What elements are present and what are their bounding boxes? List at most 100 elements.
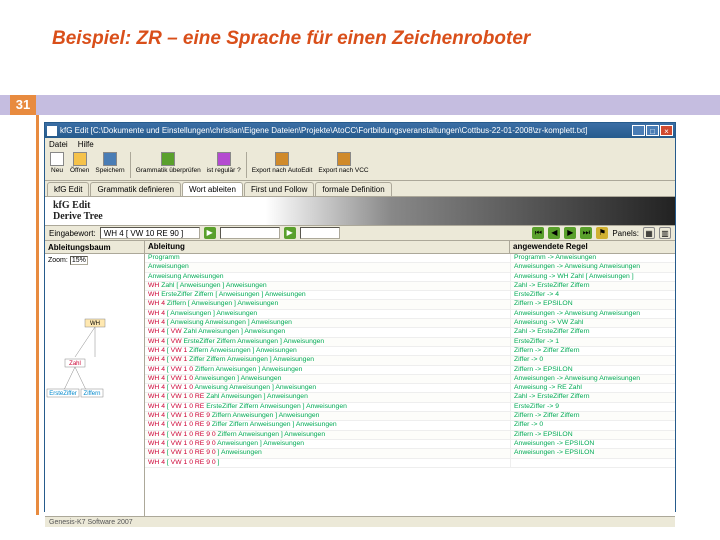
derivation-table[interactable]: ProgrammProgramm -> AnweisungenAnweisung… bbox=[145, 254, 675, 516]
aux-input-2[interactable] bbox=[300, 227, 340, 239]
maximize-button[interactable]: □ bbox=[646, 125, 659, 136]
table-row[interactable]: WH 4 [ VW ErsteZiffer Ziffern Anweisunge… bbox=[145, 338, 675, 347]
table-row[interactable]: AnweisungenAnweisungen -> Anweisung Anwe… bbox=[145, 263, 675, 272]
table-row[interactable]: WH 4 [ VW 1 0 RE ErsteZiffer Ziffern Anw… bbox=[145, 403, 675, 412]
tab-formale-definition[interactable]: formale Definition bbox=[315, 182, 391, 196]
ableitung-cell: WH 4 [ VW 1 0 RE 9 0 Anweisungen ] Anwei… bbox=[145, 440, 510, 448]
table-row[interactable]: WH 4 [ VW 1 0 RE 9 0 Anweisungen ] Anwei… bbox=[145, 440, 675, 449]
toolbar-label: ist regulär ? bbox=[207, 167, 241, 174]
table-row[interactable]: WH 4 [ VW 1 0 RE 9 Ziffern Anweisungen ]… bbox=[145, 412, 675, 421]
tab-first-und-follow[interactable]: First und Follow bbox=[244, 182, 314, 196]
grid-header: Ableitungsbaum Ableitung angewendete Reg… bbox=[45, 241, 675, 254]
menu-hilfe[interactable]: Hilfe bbox=[78, 140, 94, 149]
tree-header: Ableitungsbaum bbox=[48, 243, 111, 252]
toolbar-grammatik-berpr-fen[interactable]: Grammatik überprüfen bbox=[133, 152, 204, 174]
eingabewort-label: Eingabewort: bbox=[49, 229, 96, 238]
table-row[interactable]: Anweisung AnweisungenAnweisung -> WH Zah… bbox=[145, 273, 675, 282]
table-row[interactable]: WH 4 [ Anweisungen ] AnweisungenAnweisun… bbox=[145, 310, 675, 319]
table-row[interactable]: WH 4 [ VW 1 0 Anweisung Anweisungen ] An… bbox=[145, 384, 675, 393]
regel-cell: Anweisung -> WH Zahl [ Anweisungen ] bbox=[510, 273, 675, 281]
slide-number: 31 bbox=[10, 95, 36, 115]
table-row[interactable]: WH 4 [ VW 1 0 RE Zahl Anweisungen ] Anwe… bbox=[145, 393, 675, 402]
table-row[interactable]: WH 4 [ VW 1 0 RE 9 0 ] AnweisungenAnweis… bbox=[145, 449, 675, 458]
panel-toggle-2[interactable]: ▥ bbox=[659, 227, 671, 239]
ableitung-cell: Anweisungen bbox=[145, 263, 510, 271]
toolbar-speichern[interactable]: Speichern bbox=[92, 152, 127, 174]
toolbar-ist-regul-r-[interactable]: ist regulär ? bbox=[204, 152, 244, 174]
table-row[interactable]: WH 4 [ Anweisung Anweisungen ] Anweisung… bbox=[145, 319, 675, 328]
export-nach-autoedit-icon bbox=[275, 152, 289, 166]
zoom-select[interactable]: 15% bbox=[70, 256, 88, 265]
regel-cell: ErsteZiffer -> 1 bbox=[510, 338, 675, 346]
table-row[interactable]: WH 4 [ VW 1 0 Anweisungen ] AnweisungenA… bbox=[145, 375, 675, 384]
close-button[interactable]: × bbox=[660, 125, 673, 136]
toolbar-export-nach-vcc[interactable]: Export nach VCC bbox=[315, 152, 371, 174]
tab-wort-ableiten[interactable]: Wort ableiten bbox=[182, 182, 243, 196]
regel-cell: Anweisungen -> EPSILON bbox=[510, 440, 675, 448]
regel-cell: Zahl -> ErsteZiffer Ziffern bbox=[510, 282, 675, 290]
zoom-label: Zoom: bbox=[48, 257, 68, 264]
table-row[interactable]: WH 4 [ VW Zahl Anweisungen ] Anweisungen… bbox=[145, 328, 675, 337]
ableitung-cell: WH 4 [ Anweisung Anweisungen ] Anweisung… bbox=[145, 319, 510, 327]
table-row[interactable]: WH 4 [ VW 1 0 Ziffern Anweisungen ] Anwe… bbox=[145, 366, 675, 375]
nav-next-icon[interactable]: ▶ bbox=[564, 227, 576, 239]
table-row[interactable]: WH 4 [ VW 1 Ziffer Ziffern Anweisungen ]… bbox=[145, 356, 675, 365]
input-row: Eingabewort: WH 4 [ VW 10 RE 90 ] ▶ ▶ ⏮ … bbox=[45, 225, 675, 241]
regel-cell: Ziffern -> EPSILON bbox=[510, 366, 675, 374]
go-button[interactable]: ▶ bbox=[204, 227, 216, 239]
tree-pane[interactable]: Zoom: 15% WH Zahl ErsteZiffer Ziffern bbox=[45, 254, 145, 516]
regel-cell: Ziffern -> Ziffer Ziffern bbox=[510, 347, 675, 355]
toolbar-separator bbox=[246, 152, 247, 178]
ableitung-cell: WH ErsteZiffer Ziffern [ Anweisungen ] A… bbox=[145, 291, 510, 299]
ableitung-cell: WH 4 [ VW 1 0 Anweisung Anweisungen ] An… bbox=[145, 384, 510, 392]
minimize-button[interactable]: _ bbox=[632, 125, 645, 136]
flag-icon[interactable]: ⚑ bbox=[596, 227, 608, 239]
toolbar-neu[interactable]: Neu bbox=[47, 152, 67, 174]
nav-first-icon[interactable]: ⏮ bbox=[532, 227, 544, 239]
statusbar: Genesis-K7 Software 2007 bbox=[45, 516, 675, 527]
slide-accent-bar bbox=[0, 95, 720, 115]
tabbar: kfG EditGrammatik definierenWort ableite… bbox=[45, 181, 675, 197]
app-header-l1: kfG Edit bbox=[53, 200, 103, 211]
ableitung-cell: WH 4 [ VW 1 0 RE 9 0 ] bbox=[145, 459, 510, 467]
panel-toggle-1[interactable]: ▦ bbox=[643, 227, 655, 239]
side-accent bbox=[36, 115, 39, 515]
table-row[interactable]: WH 4 [ VW 1 0 RE 9 0 Ziffern Anweisungen… bbox=[145, 431, 675, 440]
toolbar-label: Öffnen bbox=[70, 167, 89, 174]
regel-cell: Ziffer -> 0 bbox=[510, 421, 675, 429]
ableitung-cell: WH 4 [ VW Zahl Anweisungen ] Anweisungen bbox=[145, 328, 510, 336]
nav-prev-icon[interactable]: ◀ bbox=[548, 227, 560, 239]
export-nach-vcc-icon bbox=[337, 152, 351, 166]
ableitung-cell: Programm bbox=[145, 254, 510, 262]
table-row[interactable]: WH 4 [ VW 1 0 RE 9 Ziffer Ziffern Anweis… bbox=[145, 421, 675, 430]
titlebar[interactable]: kfG Edit [C:\Dokumente und Einstellungen… bbox=[45, 123, 675, 138]
go-button-2[interactable]: ▶ bbox=[284, 227, 296, 239]
regel-cell: Ziffer -> 0 bbox=[510, 356, 675, 364]
ableitung-cell: WH 4 [ Anweisungen ] Anweisungen bbox=[145, 310, 510, 318]
-ffnen-icon bbox=[73, 152, 87, 166]
menubar: Datei Hilfe bbox=[45, 138, 675, 151]
toolbar-export-nach-autoedit[interactable]: Export nach AutoEdit bbox=[249, 152, 316, 174]
regel-cell: Programm -> Anweisungen bbox=[510, 254, 675, 262]
toolbar--ffnen[interactable]: Öffnen bbox=[67, 152, 92, 174]
nav-last-icon[interactable]: ⏭ bbox=[580, 227, 592, 239]
panels-label: Panels: bbox=[612, 229, 639, 238]
table-row[interactable]: WH ErsteZiffer Ziffern [ Anweisungen ] A… bbox=[145, 291, 675, 300]
svg-text:Zahl: Zahl bbox=[69, 361, 81, 367]
tab-grammatik-definieren[interactable]: Grammatik definieren bbox=[90, 182, 180, 196]
app-icon bbox=[47, 126, 57, 136]
table-row[interactable]: WH 4 Ziffern [ Anweisungen ] Anweisungen… bbox=[145, 300, 675, 309]
aux-input-1[interactable] bbox=[220, 227, 280, 239]
table-row[interactable]: WH 4 [ VW 1 0 RE 9 0 ] bbox=[145, 459, 675, 468]
table-row[interactable]: WH 4 [ VW 1 Ziffern Anweisungen ] Anweis… bbox=[145, 347, 675, 356]
menu-datei[interactable]: Datei bbox=[49, 140, 68, 149]
ableitung-cell: WH 4 [ VW 1 0 RE 9 0 Ziffern Anweisungen… bbox=[145, 431, 510, 439]
table-row[interactable]: ProgrammProgramm -> Anweisungen bbox=[145, 254, 675, 263]
table-row[interactable]: WH Zahl [ Anweisungen ] AnweisungenZahl … bbox=[145, 282, 675, 291]
ableitung-cell: WH 4 [ VW 1 Ziffer Ziffern Anweisungen ]… bbox=[145, 356, 510, 364]
eingabewort-input[interactable]: WH 4 [ VW 10 RE 90 ] bbox=[100, 227, 200, 239]
ableitung-cell: WH 4 [ VW 1 0 RE Zahl Anweisungen ] Anwe… bbox=[145, 393, 510, 401]
ableitung-cell: WH Zahl [ Anweisungen ] Anweisungen bbox=[145, 282, 510, 290]
app-header-l2: Derive Tree bbox=[53, 211, 103, 222]
tab-kfg-edit[interactable]: kfG Edit bbox=[47, 182, 89, 196]
